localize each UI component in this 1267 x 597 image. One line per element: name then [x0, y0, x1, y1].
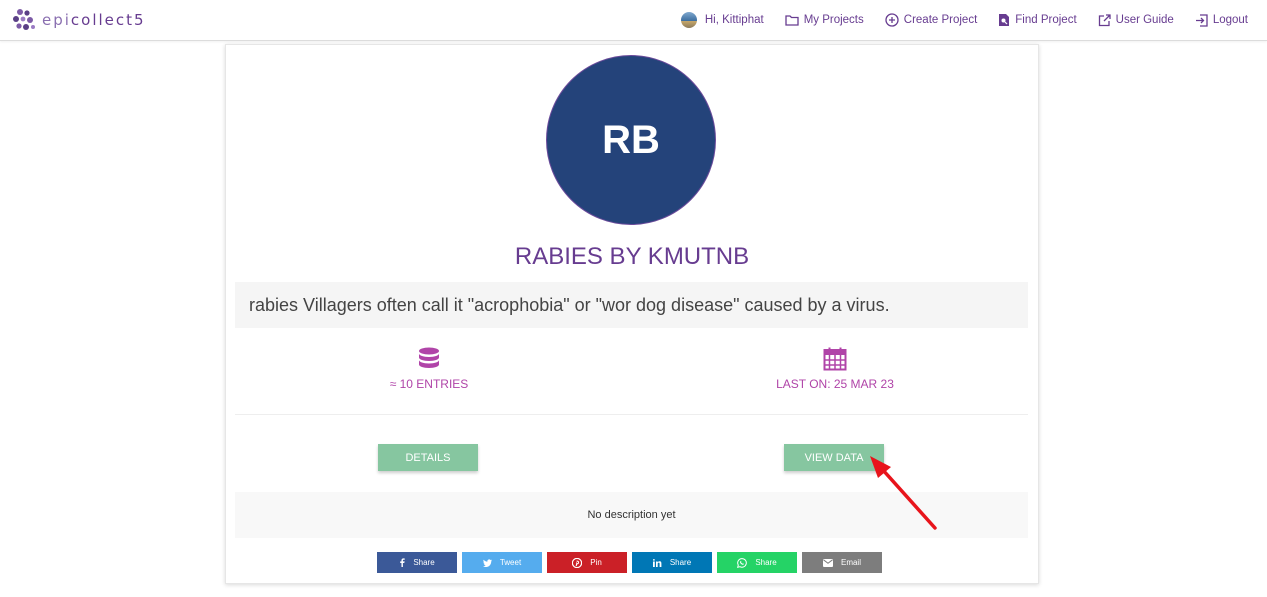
twitter-icon: [482, 558, 492, 567]
share-linkedin-button[interactable]: Share: [632, 552, 712, 573]
epicollect5-logo[interactable]: epicollect5: [12, 7, 146, 33]
nav-user-guide[interactable]: User Guide: [1098, 13, 1174, 27]
user-greeting: Hi, Kittiphat: [704, 14, 764, 26]
project-card: RB RABIES BY KMUTNB rabies Villagers oft…: [225, 44, 1039, 584]
share-email-button[interactable]: Email: [802, 552, 882, 573]
database-icon: [419, 347, 439, 368]
nav-find-project-label: Find Project: [1015, 14, 1077, 26]
share-twitter-button[interactable]: Tweet: [462, 552, 542, 573]
last-entry-date: LAST ON: 25 MAR 23: [776, 377, 894, 391]
pinterest-icon: [572, 557, 583, 568]
nav-create-project[interactable]: Create Project: [885, 13, 978, 27]
user-avatar: [680, 12, 697, 28]
linkedin-icon: [652, 558, 662, 567]
external-link-icon: [1098, 13, 1111, 26]
share-pinterest-button[interactable]: Pin: [547, 552, 627, 573]
project-logo-initials: RB: [602, 117, 660, 162]
nav-my-projects[interactable]: My Projects: [785, 14, 864, 26]
project-title: RABIES BY KMUTNB: [514, 243, 750, 270]
logo-mark-icon: [13, 9, 35, 30]
share-facebook-button[interactable]: Share: [377, 552, 457, 573]
plus-circle-icon: [885, 13, 899, 27]
search-file-icon: [999, 14, 1010, 26]
top-navbar: epicollect5 Hi, Kittiphat My Projects Cr…: [0, 0, 1267, 41]
stats-divider: [235, 414, 1028, 415]
last-entry-stat: LAST ON: 25 MAR 23: [735, 347, 935, 391]
project-logo-avatar: RB: [546, 55, 716, 225]
calendar-icon: [823, 347, 847, 371]
project-description: No description yet: [235, 492, 1028, 538]
whatsapp-icon: [737, 557, 748, 568]
project-small-description: rabies Villagers often call it "acrophob…: [235, 282, 1028, 328]
project-small-description-text: rabies Villagers often call it "acrophob…: [249, 294, 890, 315]
share-email-label: Email: [840, 558, 861, 567]
share-linkedin-label: Share: [669, 558, 692, 567]
user-menu[interactable]: Hi, Kittiphat: [680, 12, 764, 28]
details-button[interactable]: DETAILS: [378, 444, 478, 471]
folder-icon: [785, 15, 799, 26]
nav-logout-label: Logout: [1212, 14, 1248, 26]
nav-user-guide-label: User Guide: [1115, 14, 1174, 26]
nav-create-project-label: Create Project: [903, 14, 978, 26]
share-facebook-label: Share: [413, 558, 435, 567]
share-twitter-label: Tweet: [499, 558, 522, 567]
logout-icon: [1195, 13, 1208, 27]
project-description-text: No description yet: [587, 509, 676, 521]
nav-my-projects-label: My Projects: [803, 14, 864, 26]
entries-stat: ≈ 10 ENTRIES: [329, 347, 529, 391]
view-data-button[interactable]: VIEW DATA: [784, 444, 884, 471]
entries-count: ≈ 10 ENTRIES: [389, 377, 469, 391]
share-whatsapp-label: Share: [755, 558, 777, 567]
logo-text: epicollect5: [42, 11, 146, 29]
nav-logout[interactable]: Logout: [1195, 13, 1248, 27]
share-whatsapp-button[interactable]: Share: [717, 552, 797, 573]
email-icon: [822, 558, 833, 567]
share-buttons: Share Tweet Pin Share Share Email: [377, 552, 887, 573]
nav-find-project[interactable]: Find Project: [998, 13, 1077, 27]
nav-menu: Hi, Kittiphat My Projects Create Project…: [660, 0, 1248, 40]
share-pinterest-label: Pin: [590, 558, 602, 567]
facebook-icon: [400, 558, 406, 567]
